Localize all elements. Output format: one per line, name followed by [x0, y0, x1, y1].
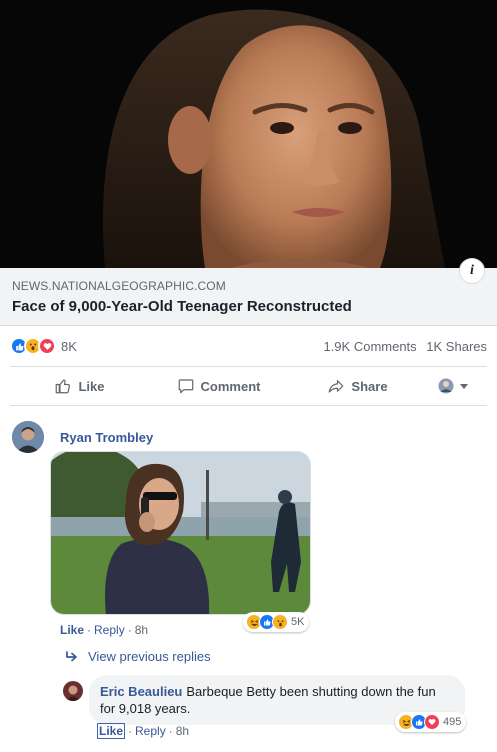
love-icon: [424, 714, 440, 730]
ryan-avatar-image: [12, 421, 44, 453]
link-domain: NEWS.NATIONALGEOGRAPHIC.COM: [12, 279, 226, 293]
link-title[interactable]: Face of 9,000-Year-Old Teenager Reconstr…: [12, 298, 485, 315]
engagement-counts: 1.9K Comments 1K Shares: [317, 339, 487, 354]
comment-author[interactable]: Ryan Trombley: [60, 430, 153, 445]
view-previous-replies-label: View previous replies: [88, 649, 211, 664]
reply-like-link[interactable]: Like: [97, 723, 126, 739]
reply-reactions[interactable]: 495: [395, 712, 467, 732]
shares-count[interactable]: 1K Shares: [426, 339, 487, 354]
reaction-summary[interactable]: 8K: [10, 337, 77, 355]
comment-reaction-count: 5K: [291, 616, 305, 628]
avatar[interactable]: [12, 421, 44, 453]
reply-arrow-icon: [66, 651, 77, 662]
post-action-bar: Like Comment Share: [10, 366, 487, 406]
reply-meta: Like · Reply · 8h: [97, 723, 190, 739]
link-preview-meta[interactable]: NEWS.NATIONALGEOGRAPHIC.COM Face of 9,00…: [0, 268, 497, 326]
comment-bubble-icon: [178, 379, 193, 394]
audience-selector[interactable]: [427, 378, 487, 394]
share-button[interactable]: Share: [288, 377, 427, 395]
comment-button[interactable]: Comment: [149, 377, 288, 395]
share-label: Share: [351, 378, 388, 394]
eric-avatar-image: [63, 681, 83, 701]
link-preview-image[interactable]: [0, 0, 497, 268]
thumbs-up-icon: [56, 379, 71, 394]
comment-reply-link[interactable]: Reply: [94, 623, 125, 637]
love-icon: [38, 337, 56, 355]
info-icon[interactable]: i: [459, 258, 485, 284]
comment-like-link[interactable]: Like: [60, 623, 84, 637]
reply-author[interactable]: Eric Beaulieu: [100, 684, 182, 699]
reply-timestamp[interactable]: 8h: [176, 724, 189, 738]
view-previous-replies-link[interactable]: View previous replies: [66, 649, 211, 664]
reply-reaction-count: 495: [443, 716, 462, 728]
post-stats: 8K 1.9K Comments 1K Shares: [0, 332, 497, 360]
wow-icon: [272, 614, 288, 630]
share-arrow-icon: [329, 380, 344, 393]
comments-count[interactable]: 1.9K Comments: [323, 339, 416, 354]
reaction-count: 8K: [61, 338, 77, 354]
audience-avatar-icon: [438, 378, 468, 394]
comment-label: Comment: [200, 378, 261, 394]
comment-attached-photo[interactable]: [50, 451, 311, 615]
comment-timestamp[interactable]: 8h: [135, 623, 148, 637]
woman-on-phone-photo: [51, 452, 310, 614]
reply-reply-link[interactable]: Reply: [135, 724, 166, 738]
comment-reactions[interactable]: 5K: [243, 612, 310, 632]
avatar[interactable]: [63, 681, 83, 701]
comment-meta: Like · Reply · 8h: [60, 623, 149, 637]
like-button[interactable]: Like: [10, 377, 149, 395]
like-label: Like: [78, 378, 105, 394]
reconstructed-face-image: [0, 0, 497, 268]
